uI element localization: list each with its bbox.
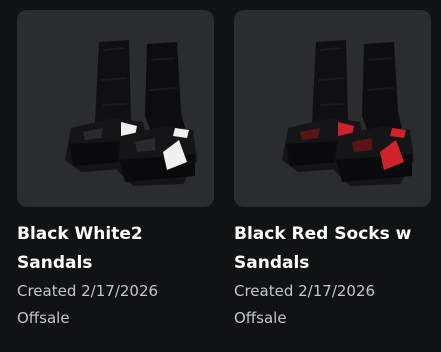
item-card[interactable]: Black White2 Sandals Created 2/17/2026 O…: [17, 10, 214, 332]
sandals-image: [282, 40, 414, 186]
item-status: Offsale: [234, 309, 287, 327]
item-thumbnail[interactable]: [234, 10, 431, 207]
item-name-line2: Sandals: [17, 253, 93, 273]
item-name[interactable]: Black White2 Sandals: [17, 220, 214, 278]
item-status: Offsale: [17, 309, 70, 327]
item-name-line1: Black White2: [17, 224, 143, 244]
item-created-date: Created 2/17/2026: [234, 282, 376, 300]
item-card[interactable]: Black Red Socks w Sandals Created 2/17/2…: [234, 10, 431, 332]
item-thumbnail[interactable]: [17, 10, 214, 207]
item-created-date: Created 2/17/2026: [17, 282, 159, 300]
item-name-line2: Sandals: [234, 253, 310, 273]
item-name[interactable]: Black Red Socks w Sandals: [234, 220, 431, 278]
item-name-line1: Black Red Socks w: [234, 224, 412, 244]
sandals-image: [65, 40, 197, 186]
